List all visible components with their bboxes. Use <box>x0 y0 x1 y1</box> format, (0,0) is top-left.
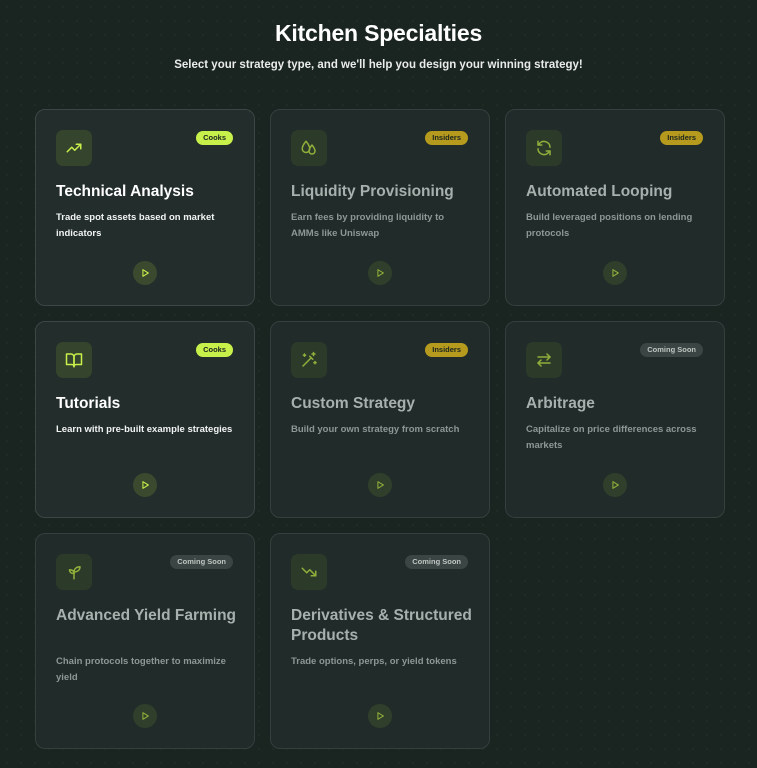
card-description: Earn fees by providing liquidity to AMMs… <box>291 212 445 239</box>
card-description: Build leveraged positions on lending pro… <box>526 212 693 239</box>
card-title: Liquidity Provisioning <box>291 183 454 200</box>
card-description: Capitalize on price differences across m… <box>526 424 697 451</box>
play-button[interactable] <box>133 473 157 497</box>
play-button[interactable] <box>368 261 392 285</box>
play-icon <box>377 712 384 720</box>
strategy-card-derivatives[interactable]: Coming Soon Derivatives & Structured Pro… <box>270 533 490 749</box>
card-title: Tutorials <box>56 395 121 412</box>
tier-badge: Insiders <box>425 343 468 357</box>
strategy-card-advanced-yield-farming[interactable]: Coming Soon Advanced Yield Farming Chain… <box>35 533 255 749</box>
tier-badge: Insiders <box>660 131 703 145</box>
sprout-icon <box>56 554 92 590</box>
tier-badge: Coming Soon <box>640 343 703 357</box>
play-icon <box>142 269 149 277</box>
card-title: Arbitrage <box>526 395 595 412</box>
tier-badge: Insiders <box>425 131 468 145</box>
strategy-card-tutorials[interactable]: Cooks Tutorials Learn with pre-built exa… <box>35 321 255 518</box>
strategy-card-liquidity-provisioning[interactable]: Insiders Liquidity Provisioning Earn fee… <box>270 109 490 306</box>
card-title: Automated Looping <box>526 183 673 200</box>
card-description: Build your own strategy from scratch <box>291 424 460 435</box>
tier-badge: Coming Soon <box>405 555 468 569</box>
play-button[interactable] <box>368 473 392 497</box>
play-icon <box>612 481 619 489</box>
page-title: Kitchen Specialties <box>274 20 483 46</box>
card-title: Technical Analysis <box>56 183 194 200</box>
play-icon <box>142 481 149 489</box>
tier-badge: Cooks <box>196 131 233 145</box>
play-button[interactable] <box>133 261 157 285</box>
arrows-left-right-icon <box>526 342 562 378</box>
card-title: Derivatives & Structured Products <box>291 607 472 644</box>
play-button[interactable] <box>603 261 627 285</box>
strategy-card-arbitrage[interactable]: Coming Soon Arbitrage Capitalize on pric… <box>505 321 725 518</box>
trending-down-icon <box>291 554 327 590</box>
play-button[interactable] <box>368 704 392 728</box>
card-description: Trade spot assets based on market indica… <box>56 212 215 239</box>
tier-badge: Coming Soon <box>170 555 233 569</box>
play-button[interactable] <box>603 473 627 497</box>
magic-wand-icon <box>291 342 327 378</box>
book-open-icon <box>56 342 92 378</box>
page-subtitle: Select your strategy type, and we'll hel… <box>174 59 583 71</box>
play-icon <box>377 269 384 277</box>
play-button[interactable] <box>133 704 157 728</box>
card-description: Chain protocols together to maximize yie… <box>56 656 226 683</box>
card-title: Advanced Yield Farming <box>56 607 237 624</box>
play-icon <box>612 269 619 277</box>
tier-badge: Cooks <box>196 343 233 357</box>
strategy-card-automated-looping[interactable]: Insiders Automated Looping Build leverag… <box>505 109 725 306</box>
play-icon <box>142 712 149 720</box>
trending-up-icon <box>56 130 92 166</box>
refresh-icon <box>526 130 562 166</box>
droplets-icon <box>291 130 327 166</box>
play-icon <box>377 481 384 489</box>
strategy-card-technical-analysis[interactable]: Cooks Technical Analysis Trade spot asse… <box>35 109 255 306</box>
card-description: Learn with pre-built example strategies <box>56 424 233 435</box>
card-title: Custom Strategy <box>291 395 416 412</box>
strategy-card-custom-strategy[interactable]: Insiders Custom Strategy Build your own … <box>270 321 490 518</box>
card-description: Trade options, perps, or yield tokens <box>291 656 457 667</box>
